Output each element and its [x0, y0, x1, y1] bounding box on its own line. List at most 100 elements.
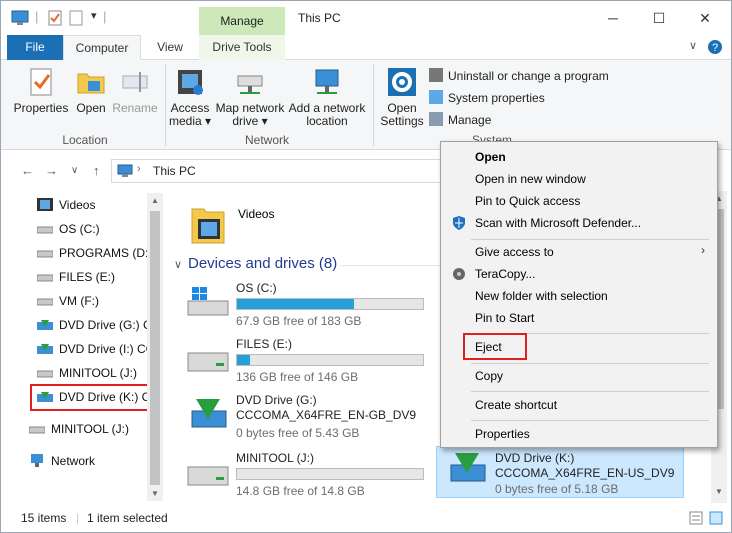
- ribbon-tabs: File Computer View Drive Tools ∨ ?: [1, 35, 731, 61]
- drive-icon: [37, 274, 53, 282]
- network-drive-icon: [237, 75, 263, 94]
- windows-drive-icon: [187, 287, 229, 316]
- help-icon[interactable]: ?: [707, 39, 723, 55]
- drive-label: CCCOMA_X64FRE_EN-US_DV9: [495, 466, 675, 480]
- drive-dvd-k[interactable]: DVD Drive (K:) CCCOMA_X64FRE_EN-US_DV9 0…: [436, 446, 684, 498]
- scroll-down-icon[interactable]: ▼: [147, 489, 163, 498]
- nav-scrollbar[interactable]: ▲ ▼: [147, 193, 163, 501]
- menu-item-properties[interactable]: Properties: [475, 423, 530, 445]
- nav-item-network[interactable]: Network: [29, 451, 141, 471]
- nav-item-minitool-j[interactable]: MINITOOL (J:): [37, 363, 149, 383]
- nav-item-programs-d[interactable]: PROGRAMS (D:): [37, 243, 149, 263]
- properties-icon: [30, 68, 52, 96]
- dvd-drive-icon: [450, 453, 486, 482]
- large-icons-view-icon[interactable]: [709, 511, 723, 525]
- rename-button[interactable]: Rename: [111, 66, 159, 115]
- close-button[interactable]: ✕: [685, 5, 725, 31]
- submenu-arrow-icon: ›: [701, 243, 705, 257]
- scroll-up-icon[interactable]: ▲: [147, 196, 163, 205]
- breadcrumb-chevron-icon[interactable]: ›: [137, 163, 141, 175]
- manage-icon: [429, 112, 443, 126]
- menu-item-give-access[interactable]: Give access to: [475, 241, 554, 263]
- menu-item-teracopy[interactable]: TeraCopy...: [475, 263, 535, 285]
- forward-icon[interactable]: →: [45, 163, 58, 178]
- collapse-chevron-icon[interactable]: ∨: [174, 258, 182, 271]
- drive-usage-fill: [237, 299, 355, 309]
- open-settings-button[interactable]: Open Settings: [377, 66, 427, 128]
- qat-separator: |: [103, 9, 107, 24]
- status-separator: |: [76, 511, 80, 525]
- recent-locations-icon[interactable]: ∨: [71, 165, 78, 176]
- nav-item-files-e[interactable]: FILES (E:): [37, 267, 149, 287]
- drive-dvd-g[interactable]: DVD Drive (G:) CCCOMA_X64FRE_EN-GB_DV9 0…: [178, 393, 438, 451]
- uninstall-program-button[interactable]: Uninstall or change a program: [429, 68, 609, 83]
- tab-computer[interactable]: Computer: [63, 35, 141, 61]
- qat-separator: |: [35, 9, 39, 24]
- drive-usage-bar: [236, 468, 424, 480]
- selection-count: 1 item selected: [87, 511, 168, 525]
- drive-icon: [37, 370, 53, 378]
- menu-item-scan-defender[interactable]: Scan with Microsoft Defender...: [475, 212, 641, 234]
- nav-scroll-thumb[interactable]: [150, 211, 160, 485]
- menu-item-open-new-window[interactable]: Open in new window: [475, 168, 586, 190]
- defender-shield-icon: [453, 216, 465, 230]
- address-path: This PC: [153, 164, 196, 178]
- drive-name: DVD Drive (K:): [495, 451, 575, 465]
- drive-e[interactable]: FILES (E:) 136 GB free of 146 GB: [178, 337, 438, 395]
- tab-view[interactable]: View: [143, 35, 197, 60]
- menu-item-copy[interactable]: Copy: [475, 365, 503, 387]
- open-button[interactable]: Open: [73, 66, 109, 115]
- menu-item-open[interactable]: Open: [475, 146, 506, 168]
- drive-c[interactable]: OS (C:) 67.9 GB free of 183 GB: [178, 281, 438, 339]
- maximize-button[interactable]: ☐: [639, 5, 679, 31]
- add-network-location-button[interactable]: Add a network location: [287, 66, 367, 128]
- nav-item-minitool-j-root[interactable]: MINITOOL (J:): [29, 419, 141, 439]
- ribbon-separator: [373, 64, 374, 146]
- drive-name: OS (C:): [236, 281, 277, 295]
- nav-item-videos[interactable]: Videos: [37, 195, 149, 215]
- dvd-drive-icon: [37, 320, 53, 330]
- title-bar: | ▾ | Manage This PC ─ ☐ ✕: [1, 1, 731, 36]
- media-icon: [178, 70, 203, 95]
- properties-qat-icon[interactable]: [47, 10, 63, 26]
- menu-item-pin-quick-access[interactable]: Pin to Quick access: [475, 190, 580, 212]
- properties-button[interactable]: Properties: [11, 66, 71, 115]
- dvd-drive-icon: [37, 344, 53, 354]
- new-folder-qat-icon[interactable]: [69, 10, 83, 26]
- nav-item-vm-f[interactable]: VM (F:): [37, 291, 149, 311]
- tab-drive-tools[interactable]: Drive Tools: [199, 35, 285, 60]
- manage-context-tab[interactable]: Manage: [199, 7, 285, 36]
- section-heading: Devices and drives (8): [188, 255, 338, 272]
- drive-icon: [37, 226, 53, 234]
- highlight-box-nav-dvd-k: [30, 384, 154, 411]
- access-media-button[interactable]: Access media ▾: [167, 66, 213, 128]
- scroll-down-icon[interactable]: ▼: [711, 487, 727, 496]
- folder-videos[interactable]: Videos: [184, 197, 344, 249]
- nav-item-os-c[interactable]: OS (C:): [37, 219, 149, 239]
- tab-file[interactable]: File: [7, 35, 63, 60]
- open-folder-icon: [77, 73, 105, 94]
- gear-icon: [388, 68, 416, 96]
- network-icon: [31, 454, 43, 467]
- menu-item-new-folder-selection[interactable]: New folder with selection: [475, 285, 608, 307]
- menu-item-pin-start[interactable]: Pin to Start: [475, 307, 534, 329]
- drive-icon: [37, 250, 53, 258]
- nav-item-dvd-g[interactable]: DVD Drive (G:) C: [37, 315, 149, 335]
- qat-dropdown-icon[interactable]: ▾: [91, 9, 97, 22]
- nav-item-dvd-i[interactable]: DVD Drive (I:) CC: [37, 339, 149, 359]
- drive-j[interactable]: MINITOOL (J:) 14.8 GB free of 14.8 GB: [178, 451, 438, 503]
- computer-icon[interactable]: [11, 10, 29, 26]
- system-properties-button[interactable]: System properties: [429, 90, 545, 105]
- drive-icon: [187, 352, 229, 372]
- navigation-pane: Videos OS (C:) PROGRAMS (D:) FILES (E:) …: [1, 191, 163, 503]
- minimize-button[interactable]: ─: [593, 5, 633, 31]
- network-location-icon: [315, 69, 339, 94]
- details-view-icon[interactable]: [689, 511, 703, 525]
- manage-button[interactable]: Manage: [429, 112, 491, 127]
- menu-item-create-shortcut[interactable]: Create shortcut: [475, 394, 557, 416]
- map-network-drive-button[interactable]: Map network drive ▾: [213, 66, 287, 128]
- drive-name: DVD Drive (G:): [236, 393, 317, 407]
- up-icon[interactable]: ↑: [93, 163, 100, 178]
- ribbon-collapse-icon[interactable]: ∨: [689, 39, 697, 52]
- back-icon[interactable]: ←: [21, 163, 34, 178]
